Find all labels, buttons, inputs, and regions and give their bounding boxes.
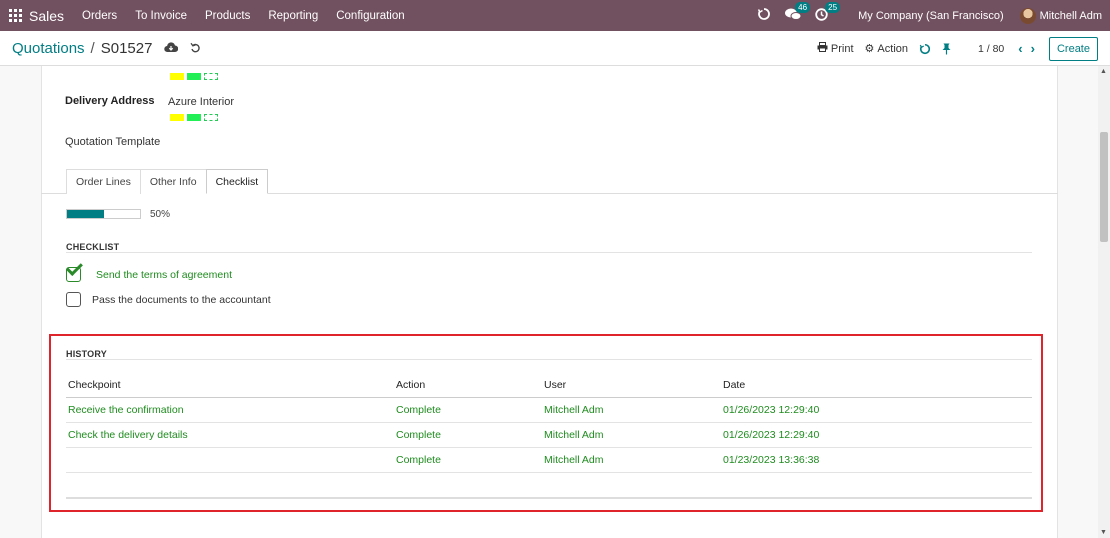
delivery-address-label: Delivery Address bbox=[65, 95, 155, 107]
checklist-divider bbox=[66, 252, 1032, 253]
user-avatar[interactable] bbox=[1019, 7, 1036, 24]
delivery-address-value[interactable]: Azure Interior bbox=[168, 96, 234, 108]
yellow-tag bbox=[170, 114, 184, 121]
menu-products[interactable]: Products bbox=[205, 10, 250, 22]
column-header-user[interactable]: User bbox=[542, 374, 721, 398]
pager-value[interactable]: 1 / 80 bbox=[978, 43, 1004, 55]
notebook-tabs: Order Lines Other Info Checklist bbox=[66, 169, 269, 194]
apps-menu-icon[interactable] bbox=[9, 8, 23, 23]
history-header-row: Checkpoint Action User Date bbox=[66, 374, 1032, 398]
table-row[interactable]: Complete Mitchell Adm 01/23/2023 13:36:3… bbox=[66, 447, 1032, 473]
column-header-date[interactable]: Date bbox=[721, 374, 1032, 398]
history-table-footer bbox=[66, 497, 1032, 499]
pin-icon[interactable] bbox=[942, 43, 951, 55]
checkbox-unchecked-icon[interactable] bbox=[66, 292, 81, 307]
vertical-scrollbar[interactable]: ▲ ▼ bbox=[1098, 66, 1110, 538]
progress-percent: 50% bbox=[150, 209, 171, 220]
breadcrumb-record: S01527 bbox=[100, 40, 153, 57]
user-menu[interactable]: Mitchell Adm bbox=[1040, 10, 1102, 22]
action-button[interactable]: ⚙ Action bbox=[864, 42, 908, 56]
cell-date: 01/23/2023 13:36:38 bbox=[721, 447, 1032, 473]
green-tag bbox=[187, 114, 201, 121]
checklist-item-label: Pass the documents to the accountant bbox=[92, 293, 271, 306]
save-cloud-icon[interactable] bbox=[164, 41, 179, 56]
cell-date: 01/26/2023 12:29:40 bbox=[721, 397, 1032, 423]
cell-action: Complete bbox=[394, 422, 542, 448]
scroll-down-arrow-icon[interactable]: ▼ bbox=[1100, 529, 1107, 536]
cell-checkpoint: Check the delivery details bbox=[66, 422, 394, 448]
gear-icon: ⚙ bbox=[864, 43, 875, 55]
menu-reporting[interactable]: Reporting bbox=[268, 10, 318, 22]
table-row[interactable]: Check the delivery details Complete Mitc… bbox=[66, 422, 1032, 448]
control-panel: Quotations / S01527 Print ⚙ Action 1 / 8… bbox=[0, 31, 1110, 66]
activities-clock-icon[interactable]: 25 bbox=[815, 1, 841, 24]
cell-user: Mitchell Adm bbox=[542, 447, 721, 473]
column-header-checkpoint[interactable]: Checkpoint bbox=[66, 374, 394, 398]
discard-undo-icon[interactable] bbox=[190, 41, 201, 56]
scrollbar-thumb[interactable] bbox=[1100, 132, 1108, 242]
breadcrumb-quotations-link[interactable]: Quotations bbox=[12, 40, 85, 57]
app-name[interactable]: Sales bbox=[29, 8, 64, 24]
company-switcher[interactable]: My Company (San Francisco) bbox=[858, 10, 1004, 22]
history-table: Checkpoint Action User Date Receive the … bbox=[66, 374, 1032, 473]
cell-checkpoint bbox=[66, 447, 394, 473]
cell-date: 01/26/2023 12:29:40 bbox=[721, 422, 1032, 448]
progress-fill bbox=[67, 210, 104, 218]
yellow-tag bbox=[170, 73, 184, 80]
breadcrumb-separator: / bbox=[90, 40, 95, 57]
action-label: Action bbox=[877, 42, 908, 55]
cell-action: Complete bbox=[394, 397, 542, 423]
create-button[interactable]: Create bbox=[1048, 36, 1098, 61]
column-header-action[interactable]: Action bbox=[394, 374, 542, 398]
scroll-up-arrow-icon[interactable]: ▲ bbox=[1100, 68, 1107, 75]
green-tag bbox=[187, 73, 201, 80]
messages-count-badge: 46 bbox=[795, 1, 811, 13]
checkbox-checked-icon[interactable] bbox=[66, 267, 81, 282]
pager-next-icon[interactable]: › bbox=[1031, 41, 1035, 56]
menu-to-invoice[interactable]: To Invoice bbox=[135, 10, 187, 22]
checklist-section-title: CHECKLIST bbox=[66, 242, 120, 252]
delivery-color-tags bbox=[170, 114, 218, 121]
odoobot-icon[interactable] bbox=[757, 7, 771, 24]
history-divider bbox=[66, 359, 1032, 360]
cell-checkpoint: Receive the confirmation bbox=[66, 397, 394, 423]
empty-tag bbox=[204, 73, 218, 80]
cell-user: Mitchell Adm bbox=[542, 397, 721, 423]
tab-order-lines[interactable]: Order Lines bbox=[66, 169, 141, 194]
table-row[interactable]: Receive the confirmation Complete Mitche… bbox=[66, 397, 1032, 423]
messages-icon[interactable]: 46 bbox=[785, 1, 811, 24]
checklist-item-label: Send the terms of agreement bbox=[96, 268, 232, 281]
checklist-progress-bar bbox=[66, 209, 141, 219]
empty-tag bbox=[204, 114, 218, 121]
breadcrumb: Quotations / S01527 bbox=[12, 40, 201, 57]
partner-color-tags bbox=[170, 73, 218, 80]
print-icon bbox=[817, 42, 828, 55]
menu-configuration[interactable]: Configuration bbox=[336, 10, 404, 22]
top-navbar: Sales Orders To Invoice Products Reporti… bbox=[0, 0, 1110, 31]
print-button[interactable]: Print bbox=[817, 42, 854, 55]
checklist-item[interactable]: Send the terms of agreement bbox=[66, 267, 232, 282]
menu-orders[interactable]: Orders bbox=[82, 10, 117, 22]
quotation-template-label: Quotation Template bbox=[65, 136, 161, 148]
cell-action: Complete bbox=[394, 447, 542, 473]
cell-user: Mitchell Adm bbox=[542, 422, 721, 448]
tab-other-info[interactable]: Other Info bbox=[139, 169, 207, 194]
print-label: Print bbox=[830, 42, 854, 55]
activities-count-badge: 25 bbox=[825, 1, 841, 13]
checklist-item[interactable]: Pass the documents to the accountant bbox=[66, 292, 271, 307]
history-section-title: HISTORY bbox=[66, 349, 107, 359]
tab-checklist[interactable]: Checklist bbox=[205, 169, 269, 194]
pager-previous-icon[interactable]: ‹ bbox=[1018, 41, 1022, 56]
odoobot-control-icon[interactable] bbox=[919, 43, 931, 55]
